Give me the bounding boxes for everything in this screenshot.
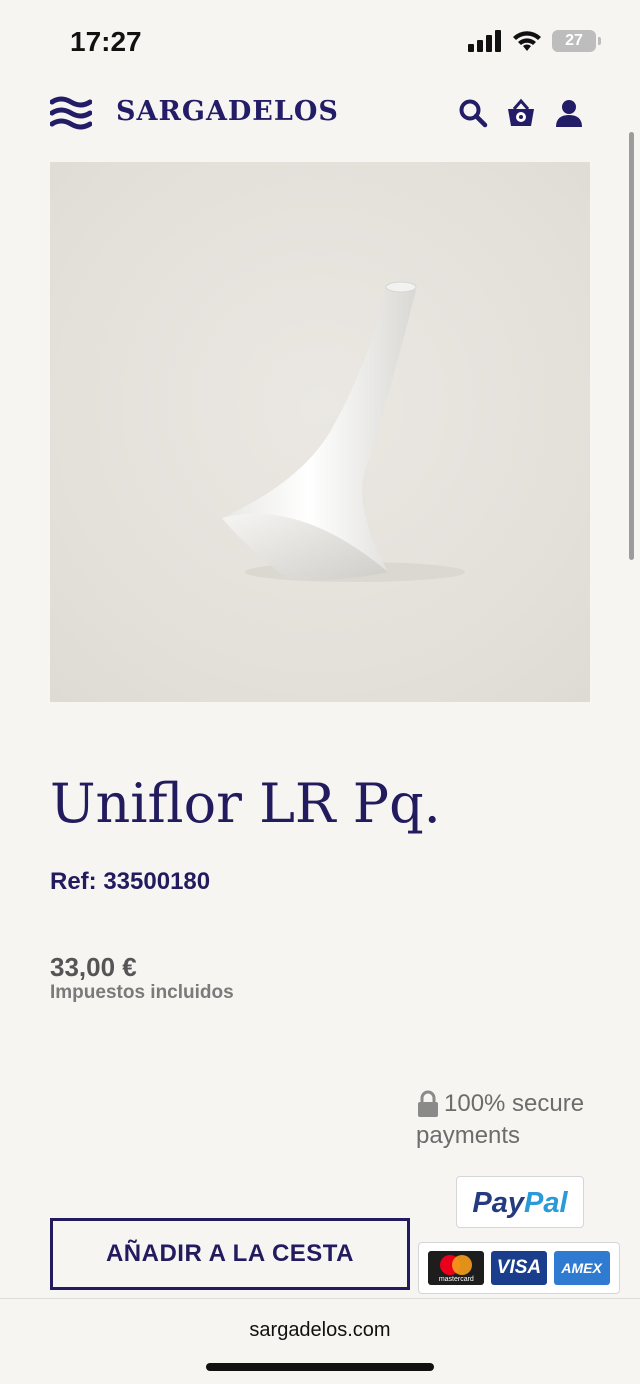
- account-button[interactable]: [554, 98, 584, 128]
- product-reference: Ref: 33500180: [50, 868, 211, 895]
- card-logos: mastercard VISA AMEX: [418, 1242, 620, 1294]
- wifi-icon: [513, 31, 541, 51]
- paypal-pal-text: Pal: [524, 1187, 568, 1219]
- page-scrollbar[interactable]: [629, 132, 634, 560]
- user-icon: [556, 100, 582, 127]
- search-button[interactable]: [458, 98, 488, 128]
- battery-icon: 27: [552, 30, 601, 52]
- header-actions: [458, 98, 584, 128]
- status-bar: 17:27 27: [0, 0, 640, 88]
- signal-icon: [468, 30, 501, 52]
- product-image[interactable]: [50, 162, 590, 702]
- status-time: 17:27: [70, 26, 142, 57]
- basket-button[interactable]: [506, 98, 536, 128]
- home-indicator[interactable]: [206, 1363, 434, 1371]
- tax-note: Impuestos incluidos: [50, 982, 234, 1003]
- mastercard-logo: mastercard: [428, 1251, 485, 1285]
- browser-bottom-bar: sargadelos.com: [0, 1298, 640, 1384]
- visa-logo: VISA: [490, 1251, 547, 1285]
- mastercard-label: mastercard: [438, 1276, 474, 1283]
- amex-logo: AMEX: [553, 1251, 610, 1285]
- address-bar[interactable]: sargadelos.com: [0, 1319, 640, 1342]
- menu-icon: [49, 96, 93, 130]
- add-to-cart-button[interactable]: AÑADIR A LA CESTA: [50, 1218, 410, 1290]
- status-icons: 27: [468, 30, 601, 52]
- paypal-logo: PayPal: [456, 1176, 584, 1228]
- product-price: 33,00 €: [50, 952, 137, 982]
- secure-payments-note: 100% secure payments: [416, 1090, 616, 1150]
- basket-icon: [508, 98, 534, 126]
- paypal-pay-text: Pay: [472, 1187, 525, 1219]
- secure-text-line2: payments: [416, 1122, 521, 1149]
- product-title: Uniflor LR Pq.: [50, 772, 441, 835]
- site-header: SARGADELOS: [0, 88, 640, 142]
- brand-logo[interactable]: SARGADELOS: [116, 96, 339, 127]
- search-icon: [459, 99, 488, 128]
- vase-illustration: [222, 281, 465, 582]
- menu-button[interactable]: [49, 96, 93, 130]
- lock-icon: [418, 1090, 438, 1117]
- secure-text-line1: 100% secure: [444, 1090, 585, 1117]
